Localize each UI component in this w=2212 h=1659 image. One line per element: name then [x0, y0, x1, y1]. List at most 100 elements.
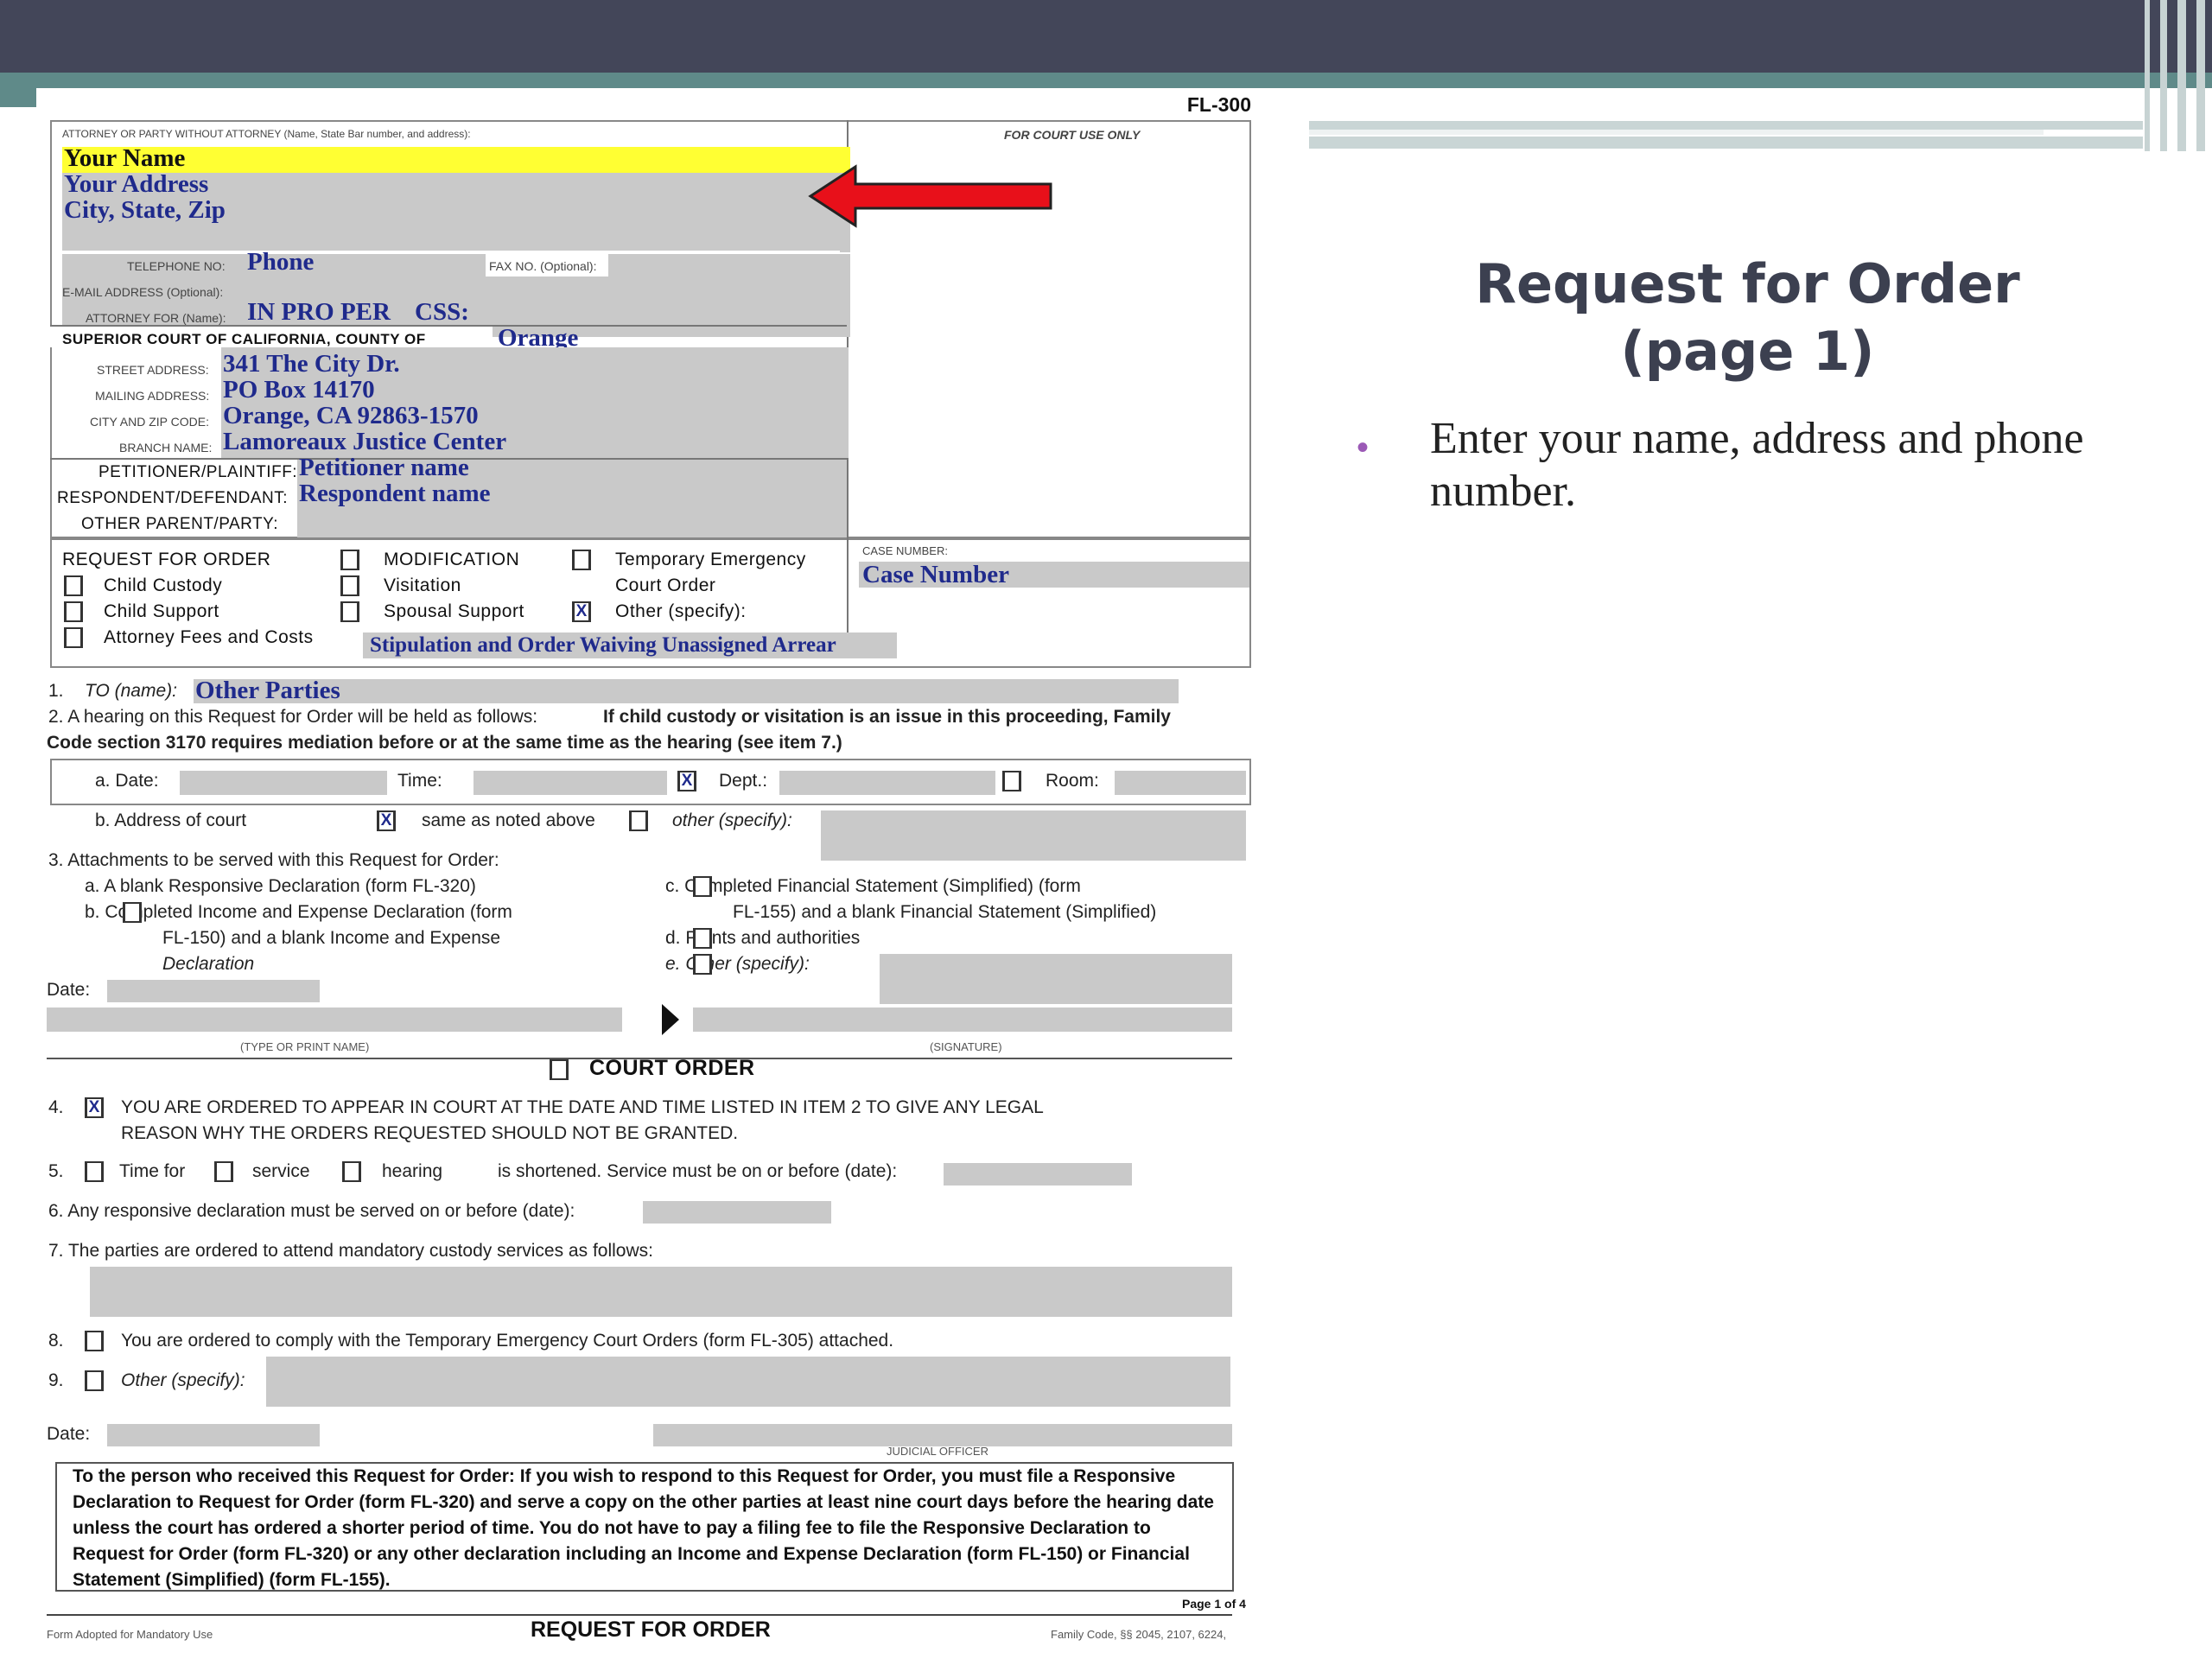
item8-checkbox[interactable]	[85, 1331, 104, 1351]
slide-title: Request for Order (page 1)	[1348, 251, 2147, 385]
judicial-officer-caption: JUDICIAL OFFICER	[887, 1445, 988, 1458]
spousal-support-checkbox[interactable]	[340, 601, 359, 622]
other-specify-label: Other (specify):	[615, 601, 747, 621]
slide-title-line1: Request for Order	[1475, 252, 2020, 315]
item9-label: Other (specify):	[121, 1370, 245, 1390]
attorney-for-field[interactable]: IN PRO PER	[247, 299, 391, 325]
item1-field[interactable]: Other Parties	[195, 677, 340, 703]
item3e-field[interactable]	[880, 954, 1232, 1004]
case-number-field[interactable]: Case Number	[862, 562, 1009, 588]
item3b-checkbox[interactable]	[123, 902, 142, 923]
mailing-label: MAILING ADDRESS:	[95, 389, 210, 403]
same-as-above-label: same as noted above	[422, 810, 595, 830]
fax-label: FAX NO. (Optional):	[489, 259, 597, 273]
other-address-field[interactable]	[821, 810, 1246, 861]
child-custody-label: Child Custody	[104, 575, 223, 595]
temp-emergency-label-2: Court Order	[615, 575, 716, 595]
type-name-caption: (TYPE OR PRINT NAME)	[240, 1040, 370, 1053]
slide-top-bar	[0, 0, 2212, 73]
room-field[interactable]	[1115, 771, 1246, 795]
email-label: E-MAIL ADDRESS (Optional):	[62, 285, 224, 299]
city-zip-label: CITY AND ZIP CODE:	[90, 415, 209, 429]
city-zip-field[interactable]: Orange, CA 92863-1570	[223, 403, 479, 429]
court-use-label: FOR COURT USE ONLY	[1004, 128, 1141, 142]
room-checkbox[interactable]	[1002, 771, 1021, 791]
item1-bg	[194, 679, 1179, 703]
item3e-label: e. Other (specify):	[665, 954, 810, 974]
street-field[interactable]: 341 The City Dr.	[223, 351, 400, 377]
street-label: STREET ADDRESS:	[97, 363, 209, 377]
decor-line	[1309, 137, 2143, 149]
decor-line	[1309, 121, 2143, 130]
child-support-checkbox[interactable]	[64, 601, 83, 622]
court-order-checkbox[interactable]	[550, 1059, 569, 1080]
other-specify-field[interactable]: Stipulation and Order Waiving Unassigned…	[370, 632, 836, 658]
slide-title-line2: (page 1)	[1620, 319, 1875, 383]
page-of: Page 1 of 4	[1182, 1597, 1246, 1611]
right-stripe	[2196, 0, 2205, 151]
phone-field[interactable]: Phone	[247, 249, 314, 275]
attorney-fees-checkbox[interactable]	[64, 627, 83, 648]
item3c-checkbox[interactable]	[693, 876, 712, 897]
same-as-above-checkbox[interactable]: X	[377, 810, 396, 831]
item4-checkbox[interactable]: X	[85, 1097, 104, 1118]
judicial-officer-field[interactable]	[653, 1424, 1232, 1446]
petitioner-field[interactable]: Petitioner name	[299, 454, 469, 480]
item9-field[interactable]	[266, 1357, 1230, 1407]
bullet-dot-icon: •	[1357, 429, 1370, 467]
attorney-fees-label: Attorney Fees and Costs	[104, 627, 314, 647]
item5-shortened-label: is shortened. Service must be on or befo…	[498, 1161, 898, 1181]
item2-line2: Code section 3170 requires mediation bef…	[47, 733, 842, 753]
dept-field[interactable]	[779, 771, 995, 795]
item7-field[interactable]	[90, 1267, 1232, 1317]
print-name-field[interactable]	[47, 1007, 622, 1032]
item3e-checkbox[interactable]	[693, 954, 712, 975]
date-label: a. Date:	[95, 771, 159, 791]
visitation-label: Visitation	[384, 575, 461, 595]
child-custody-checkbox[interactable]	[64, 575, 83, 596]
mailing-field[interactable]: PO Box 14170	[223, 377, 375, 403]
date-field[interactable]	[180, 771, 387, 795]
modification-checkbox[interactable]	[340, 550, 359, 570]
respondent-label: RESPONDENT/DEFENDANT:	[57, 489, 289, 507]
item8-label: You are ordered to comply with the Tempo…	[121, 1331, 894, 1351]
item2-line1b: If child custody or visitation is an iss…	[603, 707, 1171, 727]
item5-service-label: service	[252, 1161, 310, 1181]
signature-date-field[interactable]	[107, 980, 320, 1002]
other-specify-checkbox[interactable]: X	[572, 601, 591, 622]
css-field[interactable]: CSS:	[415, 299, 469, 325]
item5-date-field[interactable]	[944, 1163, 1132, 1185]
date-short-label-1: Date:	[47, 980, 91, 1000]
signature-field[interactable]	[693, 1007, 1232, 1032]
room-label: Room:	[1046, 771, 1099, 791]
item3c-line1: c. Completed Financial Statement (Simpli…	[665, 876, 1081, 896]
branch-label: BRANCH NAME:	[119, 441, 213, 454]
judge-date-field[interactable]	[107, 1424, 320, 1446]
temp-emergency-checkbox[interactable]	[572, 550, 591, 570]
temp-emergency-label-1: Temporary Emergency	[615, 550, 806, 569]
item5-checkbox[interactable]	[85, 1161, 104, 1182]
branch-field[interactable]: Lamoreaux Justice Center	[223, 429, 506, 454]
telephone-label: TELEPHONE NO:	[127, 259, 226, 273]
spousal-support-label: Spousal Support	[384, 601, 524, 621]
item3-label: 3. Attachments to be served with this Re…	[48, 850, 499, 870]
time-field[interactable]	[474, 771, 667, 795]
other-address-checkbox[interactable]	[629, 810, 648, 831]
item9-checkbox[interactable]	[85, 1370, 104, 1391]
item5-service-checkbox[interactable]	[214, 1161, 233, 1182]
visitation-checkbox[interactable]	[340, 575, 359, 596]
city-state-zip-field[interactable]: City, State, Zip	[64, 197, 226, 223]
footer-right: Family Code, §§ 2045, 2107, 6224,	[1051, 1628, 1227, 1641]
item1-number: 1.	[48, 681, 64, 701]
item3d-checkbox[interactable]	[693, 928, 712, 949]
item5-hearing-checkbox[interactable]	[342, 1161, 361, 1182]
time-label: Time:	[397, 771, 442, 791]
footer-center: REQUEST FOR ORDER	[531, 1618, 771, 1642]
your-address-field[interactable]: Your Address	[64, 171, 208, 197]
item6-date-field[interactable]	[643, 1201, 831, 1224]
your-name-field[interactable]: Your Name	[64, 145, 185, 171]
form-id: FL-300	[1186, 93, 1251, 116]
respondent-field[interactable]: Respondent name	[299, 480, 491, 506]
dept-checkbox[interactable]: X	[677, 771, 696, 791]
other-parent-label: OTHER PARENT/PARTY:	[81, 515, 279, 533]
